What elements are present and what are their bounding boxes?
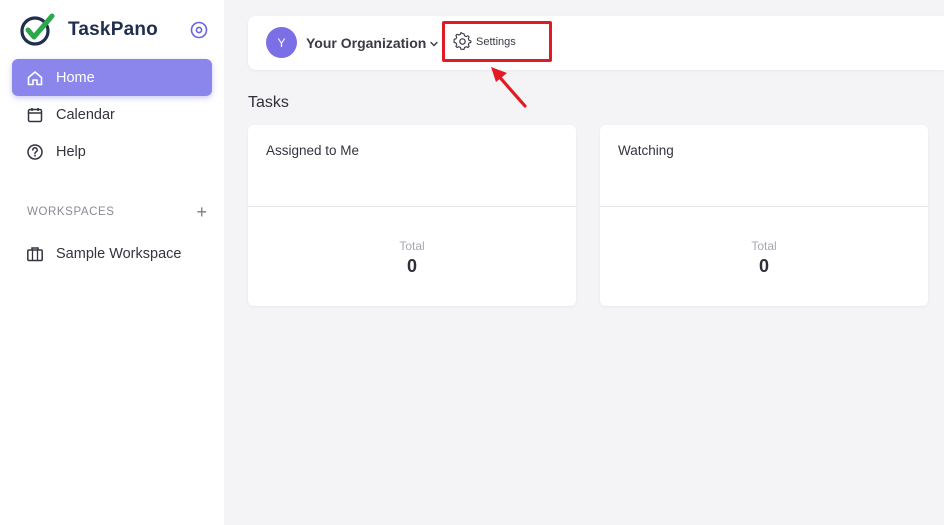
total-label: Total — [751, 239, 777, 253]
sidebar-item-label: Calendar — [56, 106, 115, 123]
sidebar-item-home[interactable]: Home — [12, 59, 212, 96]
sidebar-item-label: Home — [56, 69, 95, 86]
settings-label: Settings — [476, 35, 516, 48]
org-switcher[interactable]: Your Organization — [306, 35, 426, 51]
help-icon — [26, 143, 44, 161]
calendar-icon — [26, 106, 44, 124]
total-label: Total — [399, 239, 425, 253]
watching-card[interactable]: Watching Total 0 — [600, 125, 928, 306]
card-title: Assigned to Me — [266, 143, 360, 158]
add-workspace-button[interactable]: + — [196, 203, 207, 221]
card-title: Watching — [618, 143, 674, 158]
logo[interactable]: TaskPano — [20, 12, 210, 48]
top-bar: Y Your Organization Settings — [248, 16, 944, 70]
card-divider — [248, 206, 576, 207]
chevron-down-icon[interactable] — [429, 36, 439, 47]
collapse-sidebar-icon[interactable] — [190, 21, 208, 39]
total-value: 0 — [758, 256, 769, 276]
sidebar-item-calendar[interactable]: Calendar — [12, 96, 212, 133]
sidebar-nav: Home Calendar Help — [12, 59, 212, 170]
taskpano-logo-icon — [20, 13, 56, 47]
total-value: 0 — [406, 256, 417, 276]
org-avatar[interactable]: Y — [266, 27, 297, 58]
workspaces-title: WORKSPACES — [27, 206, 115, 218]
sidebar-item-label: Sample Workspace — [56, 246, 182, 262]
home-icon — [26, 69, 44, 87]
sidebar: TaskPano Home Calendar Help WORKSPACES +… — [0, 0, 224, 525]
brand-name: TaskPano — [68, 19, 158, 40]
card-divider — [600, 206, 928, 207]
gear-icon — [453, 32, 472, 51]
briefcase-icon — [26, 245, 44, 263]
page-title: Tasks — [248, 94, 289, 111]
sidebar-item-label: Help — [56, 143, 86, 160]
annotation-arrow — [491, 67, 527, 108]
sidebar-item-sample-workspace[interactable]: Sample Workspace — [26, 244, 181, 264]
workspaces-header: WORKSPACES + — [27, 203, 207, 221]
settings-button[interactable]: Settings — [442, 21, 552, 62]
sidebar-item-help[interactable]: Help — [12, 133, 212, 170]
assigned-to-me-card[interactable]: Assigned to Me Total 0 — [248, 125, 576, 306]
